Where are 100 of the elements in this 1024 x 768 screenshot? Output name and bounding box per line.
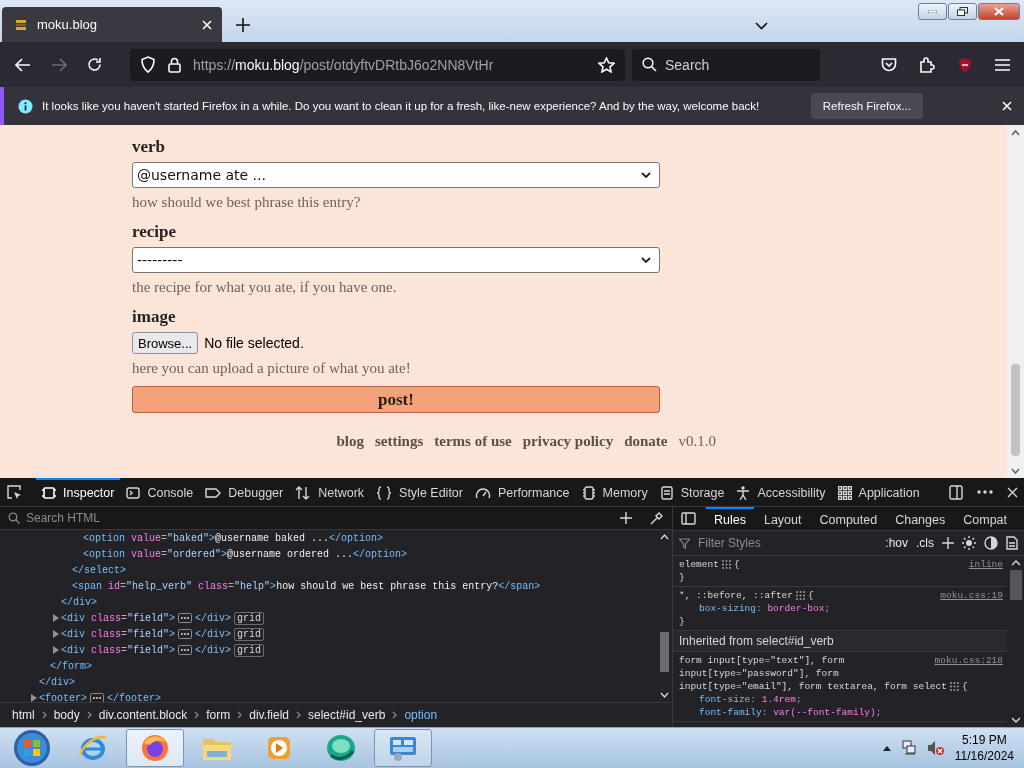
arrow-down-icon[interactable]: [1011, 466, 1020, 475]
ellipsis-icon[interactable]: [178, 645, 193, 655]
source-link[interactable]: moku.css:218: [934, 654, 1003, 667]
devtools-tab[interactable]: Network: [289, 478, 371, 506]
select-field[interactable]: @username ate ...: [132, 162, 660, 188]
devtools-tab[interactable]: Style Editor: [370, 478, 469, 506]
scrollbar[interactable]: [1007, 125, 1024, 478]
moon-icon[interactable]: [984, 536, 998, 550]
search-field[interactable]: Search HTML: [0, 507, 672, 530]
grid-icon[interactable]: [721, 560, 731, 569]
start-button[interactable]: [12, 728, 52, 768]
search-field[interactable]: Search: [632, 48, 820, 81]
expand-triangle-icon[interactable]: [53, 614, 59, 622]
css-declaration[interactable]: font-size: 1.4rem;: [699, 694, 802, 705]
breadcrumb-item[interactable]: div.content.block: [96, 708, 190, 722]
sun-icon[interactable]: [962, 536, 976, 550]
ellipsis-icon[interactable]: [90, 693, 104, 702]
menu-icon[interactable]: [995, 58, 1010, 71]
grid-badge[interactable]: grid: [234, 627, 265, 641]
speaker-muted-icon[interactable]: [926, 740, 945, 756]
toggle-button[interactable]: :hov: [885, 536, 908, 550]
source-link[interactable]: moku.css:19: [940, 589, 1003, 602]
chevron-down-icon[interactable]: [755, 22, 768, 30]
sidebar-tab[interactable]: Layout: [755, 507, 810, 530]
plus-icon[interactable]: [236, 18, 250, 32]
arrow-down-icon[interactable]: [1010, 717, 1021, 724]
sidebar-tab[interactable]: Compat: [955, 507, 1015, 530]
toggle-button[interactable]: .cls: [916, 536, 934, 550]
grid-badge[interactable]: grid: [234, 643, 265, 657]
network-icon[interactable]: [900, 740, 917, 756]
footer-link[interactable]: donate: [624, 433, 668, 450]
devtools-tab[interactable]: Accessibility: [730, 478, 832, 506]
back-icon[interactable]: [15, 57, 31, 72]
filter-field[interactable]: Filter Styles: [698, 536, 878, 550]
clock-time[interactable]: 5:19 PM: [962, 732, 1007, 748]
breadcrumb-item[interactable]: body: [51, 708, 82, 722]
footer-link[interactable]: privacy policy: [522, 433, 614, 450]
pocket-icon[interactable]: [881, 57, 897, 72]
css-declaration[interactable]: box-sizing: border-box;: [699, 603, 831, 614]
sidebar-tab[interactable]: Changes: [887, 507, 954, 530]
ellipsis-icon[interactable]: [178, 629, 193, 639]
taskbar-button[interactable]: [126, 729, 184, 767]
select-field[interactable]: ---------: [132, 247, 660, 273]
devtools-tab[interactable]: Console: [120, 478, 200, 506]
puzzle-icon[interactable]: [919, 56, 935, 73]
star-icon[interactable]: [598, 56, 615, 73]
reload-icon[interactable]: [87, 57, 102, 72]
sidebar-tab[interactable]: Computed: [811, 507, 886, 530]
lock-icon[interactable]: [168, 56, 181, 73]
clock-date[interactable]: 11/16/2024: [954, 748, 1014, 764]
grid-icon[interactable]: [949, 682, 959, 691]
shield-icon[interactable]: [957, 56, 973, 73]
grid-badge[interactable]: grid: [234, 611, 265, 625]
browser-tab[interactable]: moku.blog: [2, 7, 222, 42]
taskbar-button[interactable]: [374, 729, 432, 767]
close-icon[interactable]: [1007, 486, 1018, 498]
refresh-button[interactable]: Refresh Firefox...: [810, 93, 923, 119]
devtools-tab[interactable]: Performance: [468, 478, 576, 506]
scrollbar-thumb[interactable]: [1011, 364, 1020, 456]
breadcrumb-item[interactable]: select#id_verb: [306, 708, 388, 722]
devtools-tab[interactable]: Memory: [575, 478, 654, 506]
breadcrumb-item[interactable]: form: [204, 708, 233, 722]
shield-icon[interactable]: [140, 56, 156, 73]
breadcrumb-item[interactable]: div.field: [247, 708, 291, 722]
breadcrumb-item[interactable]: option: [402, 708, 440, 722]
arrow-up-icon[interactable]: [1011, 129, 1020, 138]
devtools-tab[interactable]: Storage: [653, 478, 731, 506]
panel-toggle-icon[interactable]: [681, 512, 696, 525]
more-icon[interactable]: [977, 490, 993, 494]
arrow-down-icon[interactable]: [660, 692, 669, 699]
close-button[interactable]: [978, 3, 1020, 20]
document-icon[interactable]: [1006, 536, 1018, 550]
eyedropper-icon[interactable]: [650, 511, 664, 525]
expand-triangle-icon[interactable]: [53, 646, 59, 654]
source-link[interactable]: inline: [968, 558, 1003, 571]
devtools-tab[interactable]: Application: [831, 478, 926, 506]
footer-link[interactable]: settings: [374, 433, 424, 450]
scrollbar-thumb[interactable]: [660, 632, 669, 672]
url-field[interactable]: https://moku.blog/post/otdyftvDRtbJ6o2NN8VtHr: [130, 48, 625, 81]
expand-triangle-icon[interactable]: [53, 630, 59, 638]
expand-triangle-icon[interactable]: [31, 694, 37, 702]
restore-button[interactable]: [948, 3, 977, 20]
arrow-up-icon[interactable]: [660, 533, 669, 540]
browse-button[interactable]: Browse...: [132, 332, 199, 354]
forward-icon[interactable]: [51, 57, 67, 72]
css-declaration[interactable]: font-family: var(--font-family);: [699, 707, 882, 718]
picker-icon[interactable]: [6, 484, 22, 500]
minimize-button[interactable]: [918, 3, 947, 20]
ellipsis-icon[interactable]: [178, 613, 193, 623]
sidebar-tab[interactable]: Rules: [706, 507, 754, 530]
footer-link[interactable]: blog: [336, 433, 364, 450]
dock-icon[interactable]: [949, 484, 963, 500]
devtools-tab[interactable]: Debugger: [199, 478, 290, 506]
scrollbar-thumb[interactable]: [1009, 570, 1022, 600]
breadcrumb-item[interactable]: html: [10, 708, 37, 722]
footer-link[interactable]: terms of use: [434, 433, 512, 450]
caret-up-icon[interactable]: [882, 745, 891, 751]
post-button[interactable]: post!: [132, 386, 660, 413]
grid-icon[interactable]: [796, 591, 806, 600]
arrow-up-icon[interactable]: [1010, 559, 1021, 566]
